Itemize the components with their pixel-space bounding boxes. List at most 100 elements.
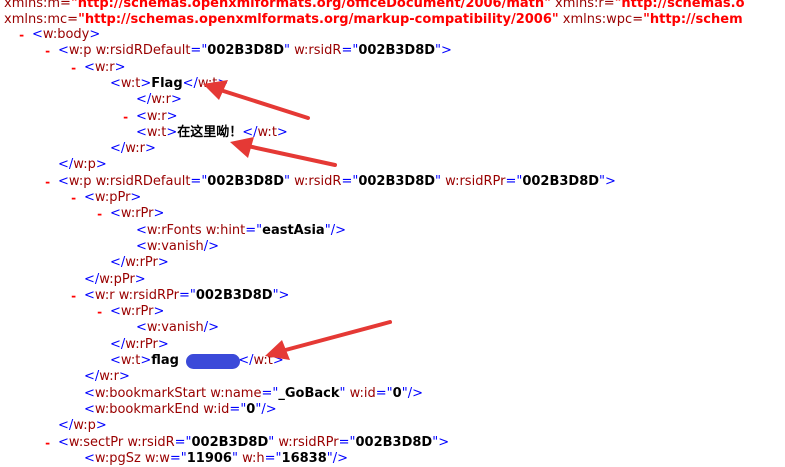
tag-bracket: > [438,434,450,450]
redaction-scribble [186,354,240,369]
xml-line: </w:pPr> [84,272,146,288]
ns-attr-value: "http://schemas.o [614,0,745,11]
xml-line: <w:t>Flag</w:t> [110,76,228,92]
tag-bracket: </ [242,124,258,140]
attr-quote: =" [174,434,192,450]
xml-line: </w:r> [84,369,130,385]
xml-line: <w:r> [136,109,177,125]
attr-quote: =" [341,43,359,59]
collapse-toggle[interactable]: - [96,304,103,320]
tag-bracket: > [140,353,152,368]
tag-name: w:p [68,173,92,189]
tag-name: w:bookmarkStart [94,385,207,401]
collapse-toggle[interactable]: - [70,60,77,76]
tag-bracket: > [89,27,101,42]
tag-name: w:rPr [120,206,154,222]
xml-line: <w:r w:rsidRPr="002B3D8D"> [84,288,289,304]
xml-line: <w:pPr> [84,190,141,206]
collapse-toggle[interactable]: - [44,43,51,59]
tag-bracket: > [157,336,169,352]
tag-name: w:r [125,141,145,157]
attr-quote: =" [341,173,359,189]
xml-line: <w:p w:rsidRDefault="002B3D8D" w:rsidR="… [58,174,616,190]
ns-attr-value: "http://schemas.openxmlformats.org/offic… [70,0,551,11]
tag-name: w:t [197,75,218,91]
tag-bracket: > [95,157,107,173]
attr-quote: =" [190,173,208,189]
attr-name: w:rsidRDefault [91,43,191,59]
attr-value: 0 [392,385,402,401]
tag-name: w:t [120,353,141,368]
xml-line: <w:rFonts w:hint="eastAsia"/> [136,223,346,239]
tag-bracket: < [84,385,95,401]
tag-bracket: </ [84,369,100,385]
tag-name: w:p [68,43,92,59]
tag-bracket: </ [84,271,100,287]
tag-bracket: /> [330,222,346,238]
collapse-toggle[interactable]: - [18,27,25,43]
tag-bracket: < [84,287,95,303]
arrow-shaft [241,143,337,167]
tag-bracket: < [110,353,121,368]
collapse-toggle[interactable]: - [70,288,77,304]
tag-name: w:r [94,59,115,75]
attr-name: w:rsidRPr [441,173,506,189]
collapse-toggle[interactable]: - [44,174,51,190]
arrow-shaft [212,86,310,120]
ns-attr-value: "http://schemas.openxmlformats.org/marku… [78,12,559,27]
attr-name: w:rsidRPr [114,287,179,303]
arrow-shaft [276,320,392,354]
tag-bracket: </ [136,92,152,108]
tag-name: w:t [257,124,277,140]
tag-bracket: < [58,434,69,450]
collapse-toggle[interactable]: - [70,190,77,206]
tag-bracket: </ [110,255,126,271]
xml-line: <w:bookmarkEnd w:id="0"/> [84,402,277,418]
tag-name: w:r [99,369,119,385]
tag-bracket: </ [58,157,74,173]
tag-bracket: > [272,353,284,368]
attr-name: w:rsidR [290,43,342,59]
attr-name: w:name [206,385,262,401]
tag-bracket: > [157,255,169,271]
tag-name: w:pgSz [94,450,141,466]
attr-value: 002B3D8D [522,173,600,189]
collapse-toggle[interactable]: - [122,109,129,125]
tag-name: w:sectPr [68,434,124,450]
attr-value: 002B3D8D [195,287,273,303]
tag-bracket: > [605,173,616,189]
attr-value: _GoBack [278,385,340,401]
tag-name: w:vanish [146,320,204,336]
collapse-toggle[interactable]: - [96,206,103,222]
xml-line: <w:rPr> [110,304,164,320]
tag-bracket: /> [332,450,349,466]
tag-bracket: < [84,190,95,205]
attr-name: w:rsidR [123,434,175,450]
xml-line: <w:t>在这里呦！</w:t> [136,125,288,141]
collapse-toggle[interactable]: - [44,435,51,451]
ns-attr-name: xmlns:wpc= [558,12,644,27]
tag-name: w:rPr [120,304,154,320]
attr-value: 002B3D8D [207,173,285,189]
xml-line: <w:p w:rsidRDefault="002B3D8D" w:rsidR="… [58,43,452,59]
attr-quote: =" [375,385,393,401]
tag-name: w:t [120,75,141,91]
tag-name: w:p [73,418,96,434]
tag-bracket: > [153,304,165,320]
tag-name: w:pPr [94,190,131,205]
attr-quote: =" [505,173,523,189]
tag-bracket: < [58,173,69,189]
tag-bracket: < [136,320,147,336]
tag-bracket: < [136,124,147,140]
tag-bracket: < [136,222,147,238]
attr-quote: =" [169,450,187,466]
xml-line: <w:rPr> [110,206,164,222]
attr-value: 11906 [186,450,232,466]
tag-bracket: > [140,75,152,91]
tag-bracket: > [114,59,126,75]
xml-line: </w:rPr> [110,255,169,271]
ns-attr-name: xmlns:r= [550,0,615,11]
element-text: Flag [151,75,183,91]
tag-name: w:r [146,108,167,124]
tag-bracket: < [84,59,95,75]
